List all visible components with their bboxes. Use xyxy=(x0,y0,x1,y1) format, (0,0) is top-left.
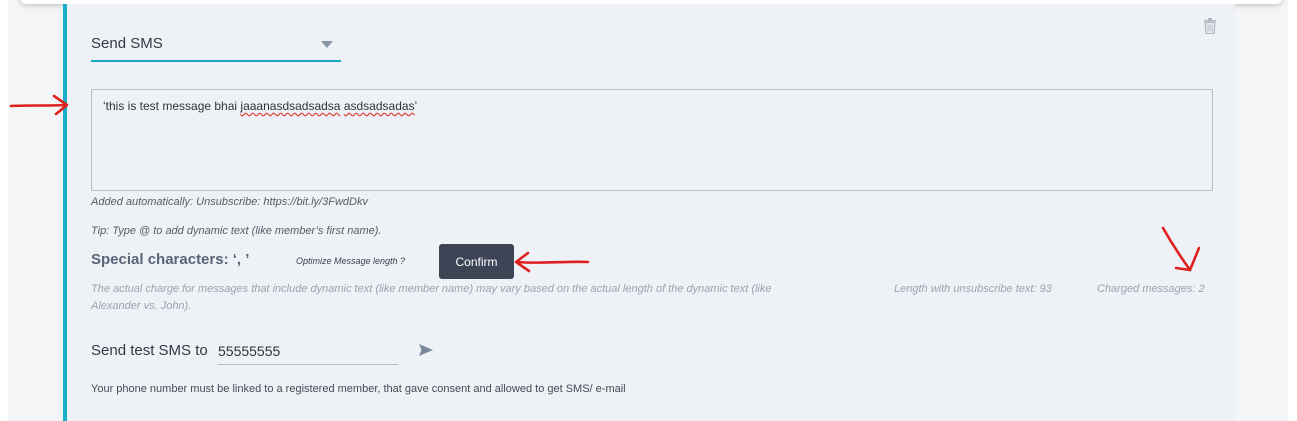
unsubscribe-note: Added automatically: Unsubscribe: https:… xyxy=(91,196,368,208)
message-segment: ‘this is test message bhai xyxy=(103,99,241,113)
test-sms-label: Send test SMS to xyxy=(91,342,208,359)
dynamic-charge-note: The actual charge for messages that incl… xyxy=(91,283,772,312)
optimize-length-label: Optimize Message length ? xyxy=(296,256,406,266)
sms-step-panel: Send SMS ‘this is test message bhai jaaa… xyxy=(63,4,1235,421)
send-icon[interactable] xyxy=(419,344,433,356)
dynamic-text-tip: Tip: Type @ to add dynamic text (like me… xyxy=(91,225,382,237)
test-phone-input[interactable] xyxy=(218,338,398,365)
action-type-select[interactable]: Send SMS xyxy=(91,30,341,62)
confirm-button[interactable]: Confirm xyxy=(439,244,514,279)
message-segment-misspelled: asdsadsadas xyxy=(343,99,415,113)
action-type-value: Send SMS xyxy=(91,35,163,52)
phone-consent-footnote: Your phone number must be linked to a re… xyxy=(91,383,626,395)
left-gutter xyxy=(0,0,8,421)
trash-icon[interactable] xyxy=(1203,18,1217,34)
message-textarea[interactable]: ‘this is test message bhai jaaanasdsadsa… xyxy=(91,89,1213,191)
special-characters-label: Special characters: ‘, ’ xyxy=(91,251,250,268)
charged-messages-counter: Charged messages: 2 xyxy=(1097,283,1205,295)
chevron-down-icon xyxy=(321,41,333,48)
right-gutter xyxy=(1288,0,1297,421)
message-text: ‘this is test message bhai jaaanasdsadsa… xyxy=(103,99,417,113)
message-segment-misspelled: jaaanasdsadsadsa xyxy=(240,99,341,113)
message-segment: ’ xyxy=(414,99,418,113)
length-counter: Length with unsubscribe text: 93 xyxy=(894,283,1052,295)
